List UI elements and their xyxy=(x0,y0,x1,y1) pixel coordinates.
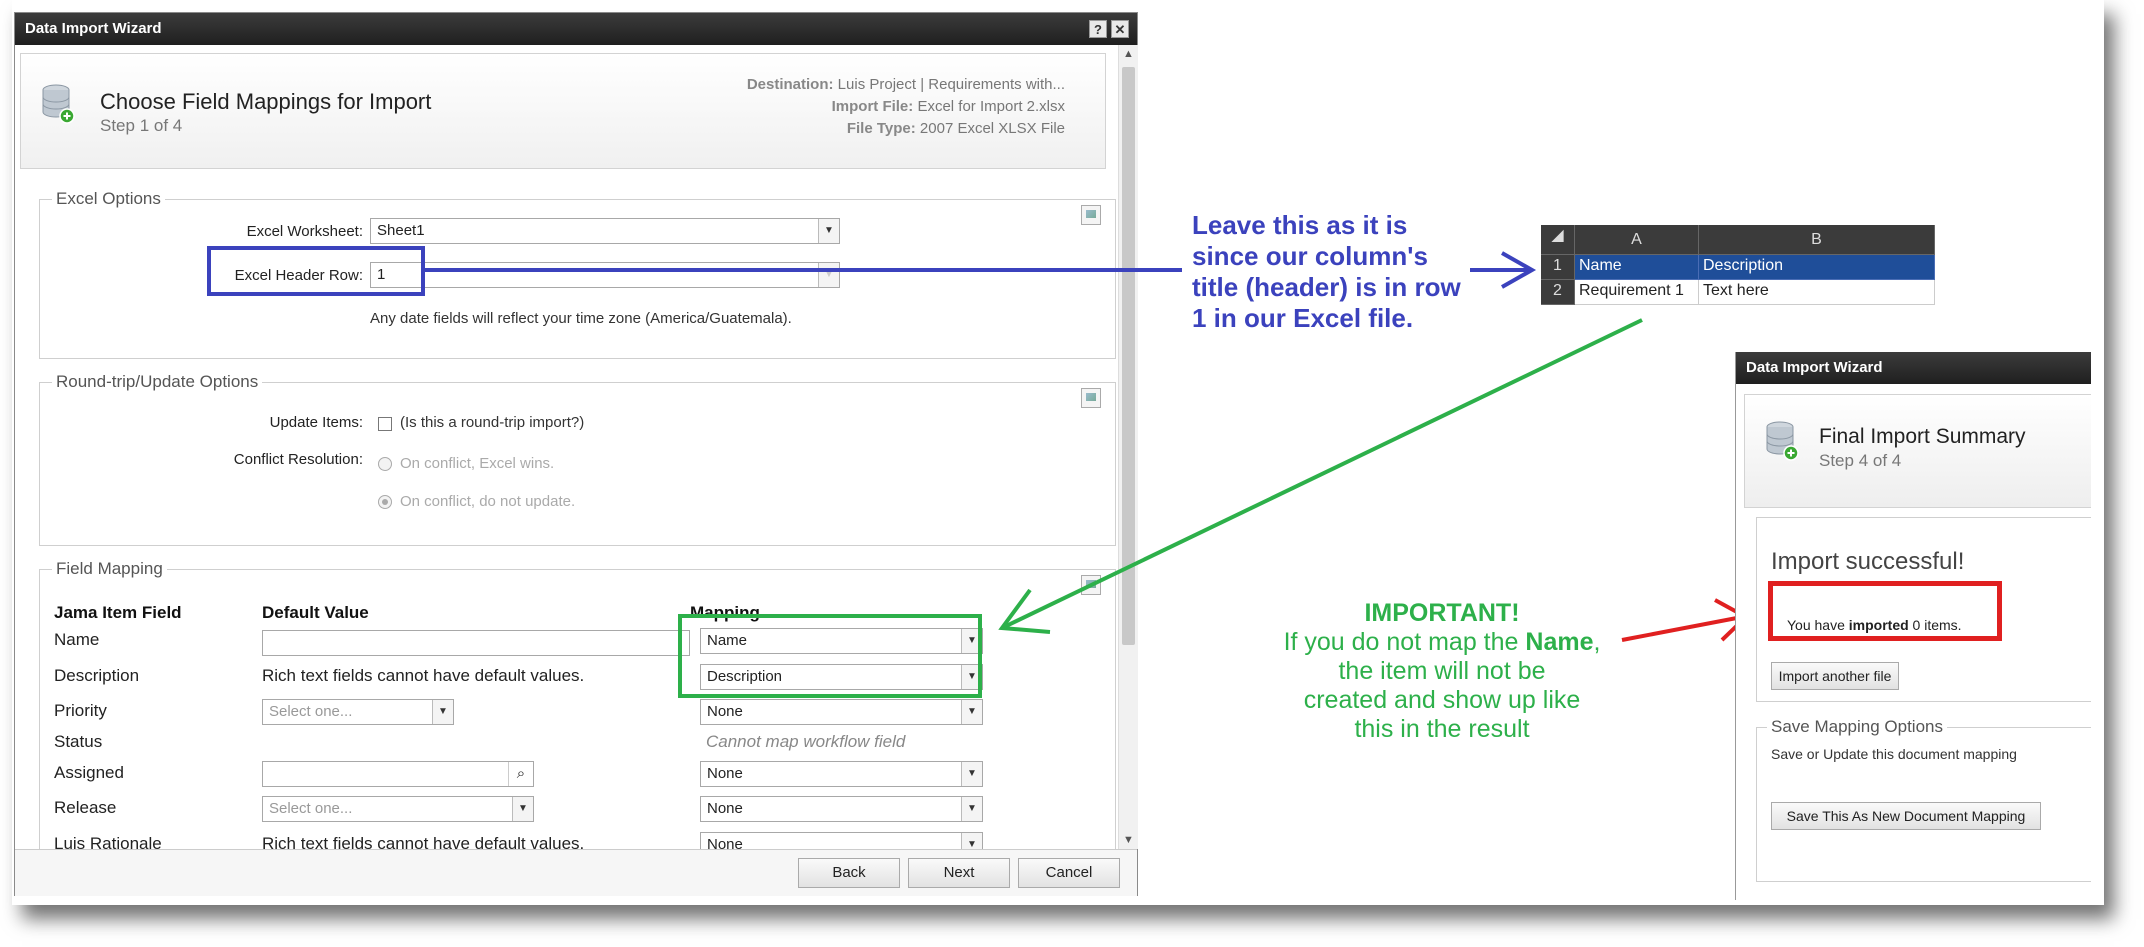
important-line-1: If you do not map the Name, xyxy=(1262,628,1622,657)
import-result-highlight xyxy=(1768,581,2002,641)
important-line-4: this in the result xyxy=(1354,715,1530,743)
annotation-line: since our column's xyxy=(1192,241,1428,271)
important-line-1-bold: Name xyxy=(1525,628,1594,656)
dialog2-step: Step 4 of 4 xyxy=(1819,451,1902,470)
dialog2-titlebar: Data Import Wizard xyxy=(1736,352,2091,384)
dialog2-title: Final Import Summary xyxy=(1819,425,2026,448)
important-title: IMPORTANT! xyxy=(1364,599,1520,627)
header-row-annotation: Leave this as it is since our column's t… xyxy=(1192,210,1461,334)
important-line-1-post: , xyxy=(1593,628,1601,656)
annotation-line: 1 in our Excel file. xyxy=(1192,303,1414,333)
import-success-text: Import successful! xyxy=(1771,548,1965,575)
import-another-button[interactable]: Import another file xyxy=(1771,662,1899,690)
important-line-2: the item will not be xyxy=(1338,657,1546,685)
select-all-corner: ◢ xyxy=(1541,225,1575,255)
excel-cell: Requirement 1 xyxy=(1575,280,1699,305)
database-icon xyxy=(1766,421,1799,461)
excel-cell: Name xyxy=(1575,255,1699,280)
important-line-1-pre: If you do not map the xyxy=(1283,628,1526,656)
row-number: 2 xyxy=(1541,280,1575,305)
save-mapping-legend: Save Mapping Options xyxy=(1767,717,1947,737)
excel-snippet: ◢ A B 1 Name Description 2 Requirement 1… xyxy=(1541,225,1935,316)
save-mapping-note: Save or Update this document mapping xyxy=(1771,746,2017,762)
column-header-b: B xyxy=(1699,225,1935,255)
annotation-line: Leave this as it is xyxy=(1192,210,1408,240)
excel-cell: Text here xyxy=(1699,280,1935,305)
row-number: 1 xyxy=(1541,255,1575,280)
column-header-a: A xyxy=(1575,225,1699,255)
important-annotation: IMPORTANT! If you do not map the Name, t… xyxy=(1262,599,1622,744)
annotation-line: title (header) is in row xyxy=(1192,272,1461,302)
dialog2-header: Final Import Summary Step 4 of 4 xyxy=(1744,394,2091,508)
save-new-mapping-button[interactable]: Save This As New Document Mapping xyxy=(1771,802,2041,830)
save-mapping-section: Save Mapping Options Save or Update this… xyxy=(1756,717,2091,882)
excel-cell: Description xyxy=(1699,255,1935,280)
important-line-3: created and show up like xyxy=(1303,686,1581,714)
